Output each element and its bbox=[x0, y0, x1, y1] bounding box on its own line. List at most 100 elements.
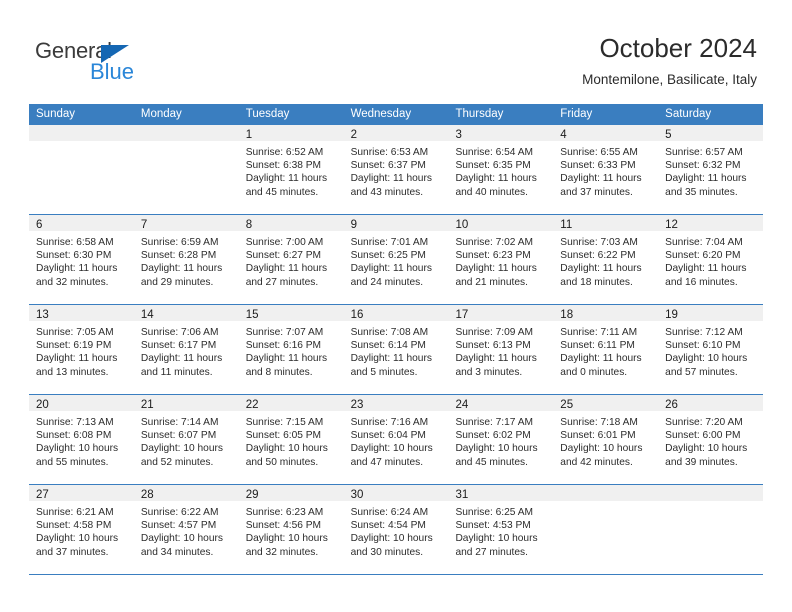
day-number-band: 13 bbox=[29, 305, 134, 321]
calendar-day-cell[interactable]: 15 Sunrise: 7:07 AM Sunset: 6:16 PM Dayligh… bbox=[238, 305, 344, 394]
calendar-day-cell[interactable]: 4 Sunrise: 6:55 AM Sunset: 6:33 PM Daylight… bbox=[553, 125, 659, 214]
page-header: General Blue October 2024 Montemilone, B… bbox=[0, 0, 792, 104]
day-detail-line: Sunset: 6:04 PM bbox=[350, 430, 426, 442]
calendar-day-cell[interactable]: 22 Sunrise: 7:15 AM Sunset: 6:05 PM Dayligh… bbox=[238, 395, 344, 484]
day-detail-line: and 35 minutes. bbox=[665, 186, 738, 198]
day-details: Sunrise: 7:06 AM Sunset: 6:17 PM Daylight:… bbox=[134, 321, 239, 379]
calendar-day-cell[interactable]: 14 Sunrise: 7:06 AM Sunset: 6:17 PM Dayligh… bbox=[133, 305, 239, 394]
calendar-day-cell[interactable]: 21 Sunrise: 7:14 AM Sunset: 6:07 PM Dayligh… bbox=[133, 395, 239, 484]
calendar-day-cell[interactable]: 31 Sunrise: 6:25 AM Sunset: 4:53 PM Dayligh… bbox=[448, 485, 554, 574]
day-number-band bbox=[133, 125, 239, 141]
day-detail-line: Sunrise: 7:00 AM bbox=[245, 237, 324, 248]
calendar-day-cell[interactable]: 6 Sunrise: 6:58 AM Sunset: 6:30 PM Daylight… bbox=[29, 215, 134, 304]
day-number: 31 bbox=[455, 489, 469, 501]
day-details: Sunrise: 7:01 AM Sunset: 6:25 PM Daylight:… bbox=[344, 231, 449, 289]
weekday-header-monday: Monday bbox=[140, 108, 182, 120]
calendar-day-cell[interactable]: 19 Sunrise: 7:12 AM Sunset: 6:10 PM Dayligh… bbox=[658, 305, 764, 394]
day-details: Sunrise: 7:20 AM Sunset: 6:00 PM Daylight:… bbox=[658, 411, 763, 469]
calendar-day-cell[interactable]: 20 Sunrise: 7:13 AM Sunset: 6:08 PM Dayligh… bbox=[29, 395, 134, 484]
calendar-day-cell[interactable]: 16 Sunrise: 7:08 AM Sunset: 6:14 PM Dayligh… bbox=[343, 305, 449, 394]
calendar-day-cell[interactable]: 29 Sunrise: 6:23 AM Sunset: 4:56 PM Dayligh… bbox=[238, 485, 344, 574]
day-detail-line: and 24 minutes. bbox=[350, 276, 424, 288]
calendar-day-cell[interactable]: 12 Sunrise: 7:04 AM Sunset: 6:20 PM Dayligh… bbox=[658, 215, 764, 304]
day-detail-line: Sunrise: 7:12 AM bbox=[665, 327, 743, 338]
general-blue-logo[interactable]: General Blue bbox=[35, 38, 165, 86]
day-number-band: 11 bbox=[553, 215, 659, 231]
calendar-day-cell[interactable]: 10 Sunrise: 7:02 AM Sunset: 6:23 PM Dayligh… bbox=[448, 215, 554, 304]
calendar-day-cell[interactable]: 7 Sunrise: 6:59 AM Sunset: 6:28 PM Daylight… bbox=[133, 215, 239, 304]
day-details: Sunrise: 6:58 AM Sunset: 6:30 PM Daylight:… bbox=[29, 231, 134, 289]
weekday-header-row: Sunday Monday Tuesday Wednesday Thursday Frid… bbox=[29, 104, 763, 125]
day-number-band: 18 bbox=[553, 305, 659, 321]
day-number: 9 bbox=[350, 219, 357, 231]
day-number: 18 bbox=[560, 309, 574, 321]
day-number-band: 7 bbox=[133, 215, 239, 231]
calendar-day-cell[interactable]: 17 Sunrise: 7:09 AM Sunset: 6:13 PM Dayligh… bbox=[448, 305, 554, 394]
day-detail-line: and 30 minutes. bbox=[350, 546, 424, 558]
calendar-day-cell[interactable]: 2 Sunrise: 6:53 AM Sunset: 6:37 PM Daylight… bbox=[343, 125, 449, 214]
day-detail-line: Daylight: 10 hours bbox=[245, 443, 328, 455]
calendar-day-cell[interactable]: 8 Sunrise: 7:00 AM Sunset: 6:27 PM Daylight… bbox=[238, 215, 344, 304]
day-detail-line: Daylight: 10 hours bbox=[560, 443, 643, 455]
day-details: Sunrise: 6:23 AM Sunset: 4:56 PM Daylight:… bbox=[239, 501, 344, 559]
calendar-day-cell[interactable]: 11 Sunrise: 7:03 AM Sunset: 6:22 PM Dayligh… bbox=[553, 215, 659, 304]
calendar-day-cell[interactable]: 24 Sunrise: 7:17 AM Sunset: 6:02 PM Dayligh… bbox=[448, 395, 554, 484]
day-detail-line: Sunrise: 7:02 AM bbox=[455, 237, 534, 248]
day-number: 8 bbox=[245, 219, 253, 231]
calendar-weeks: 1 Sunrise: 6:52 AM Sunset: 6:38 PM Daylight… bbox=[29, 125, 764, 575]
weekday-header-sunday: Sunday bbox=[36, 108, 76, 120]
day-detail-line: Sunrise: 6:21 AM bbox=[36, 507, 114, 518]
calendar-day-cell[interactable]: 28 Sunrise: 6:22 AM Sunset: 4:57 PM Dayligh… bbox=[133, 485, 239, 574]
day-number-band: 15 bbox=[238, 305, 344, 321]
day-number: 28 bbox=[140, 489, 154, 501]
day-details: Sunrise: 6:59 AM Sunset: 6:28 PM Daylight:… bbox=[134, 231, 239, 289]
calendar-day-cell[interactable]: 5 Sunrise: 6:57 AM Sunset: 6:32 PM Daylight… bbox=[658, 125, 764, 214]
calendar-day-cell[interactable]: 27 Sunrise: 6:21 AM Sunset: 4:58 PM Dayligh… bbox=[29, 485, 134, 574]
day-detail-line: Sunset: 6:10 PM bbox=[665, 340, 741, 352]
day-details: Sunrise: 6:52 AM Sunset: 6:38 PM Daylight:… bbox=[239, 141, 344, 199]
calendar-day-cell[interactable]: 13 Sunrise: 7:05 AM Sunset: 6:19 PM Dayligh… bbox=[29, 305, 134, 394]
day-number: 25 bbox=[560, 399, 574, 411]
day-detail-line: Daylight: 10 hours bbox=[140, 533, 223, 545]
calendar-day-cell[interactable]: 23 Sunrise: 7:16 AM Sunset: 6:04 PM Dayligh… bbox=[343, 395, 449, 484]
day-detail-line: Sunrise: 7:04 AM bbox=[665, 237, 743, 248]
day-detail-line: and 18 minutes. bbox=[560, 276, 633, 288]
day-detail-line: Sunrise: 7:13 AM bbox=[36, 417, 114, 428]
day-detail-line: Daylight: 10 hours bbox=[36, 443, 119, 455]
day-detail-line: and 21 minutes. bbox=[455, 276, 528, 288]
day-number-band: 19 bbox=[658, 305, 764, 321]
day-number-band: 28 bbox=[133, 485, 239, 501]
day-number: 13 bbox=[36, 309, 49, 321]
calendar-day-cell[interactable]: 30 Sunrise: 6:24 AM Sunset: 4:54 PM Dayligh… bbox=[343, 485, 449, 574]
day-details: Sunrise: 6:53 AM Sunset: 6:37 PM Daylight:… bbox=[344, 141, 449, 199]
day-detail-line: Daylight: 11 hours bbox=[245, 353, 328, 365]
calendar-day-cell[interactable]: 18 Sunrise: 7:11 AM Sunset: 6:11 PM Dayligh… bbox=[553, 305, 659, 394]
day-number: 26 bbox=[665, 399, 678, 411]
page-title: October 2024 bbox=[599, 33, 757, 63]
calendar-day-cell[interactable]: 3 Sunrise: 6:54 AM Sunset: 6:35 PM Daylight… bbox=[448, 125, 554, 214]
calendar-day-cell[interactable]: 9 Sunrise: 7:01 AM Sunset: 6:25 PM Daylight… bbox=[343, 215, 449, 304]
day-detail-line: Sunset: 6:05 PM bbox=[245, 430, 322, 442]
calendar-day-cell[interactable]: 1 Sunrise: 6:52 AM Sunset: 6:38 PM Daylight… bbox=[238, 125, 344, 214]
day-detail-line: Sunrise: 6:53 AM bbox=[350, 147, 429, 158]
day-detail-line: Daylight: 11 hours bbox=[560, 353, 642, 365]
day-details: Sunrise: 6:24 AM Sunset: 4:54 PM Daylight:… bbox=[344, 501, 449, 559]
day-number-band: 4 bbox=[553, 125, 659, 141]
day-detail-line: Daylight: 10 hours bbox=[350, 443, 433, 455]
calendar-day-cell[interactable]: 26 Sunrise: 7:20 AM Sunset: 6:00 PM Dayligh… bbox=[658, 395, 764, 484]
day-detail-line: Sunset: 6:35 PM bbox=[455, 160, 531, 172]
day-detail-line: Sunset: 6:27 PM bbox=[245, 250, 322, 262]
weekday-header-wednesday: Wednesday bbox=[350, 108, 412, 120]
calendar-day-cell-empty bbox=[553, 485, 659, 574]
day-detail-line: Sunrise: 7:06 AM bbox=[140, 327, 219, 338]
day-number: 7 bbox=[140, 219, 148, 231]
day-number-band bbox=[29, 125, 134, 141]
day-detail-line: Sunrise: 6:24 AM bbox=[350, 507, 429, 518]
day-detail-line: and 37 minutes. bbox=[560, 186, 633, 198]
day-detail-line: and 52 minutes. bbox=[140, 456, 214, 468]
calendar-day-cell[interactable]: 25 Sunrise: 7:18 AM Sunset: 6:01 PM Dayligh… bbox=[553, 395, 659, 484]
day-detail-line: and 50 minutes. bbox=[245, 456, 319, 468]
day-number-band: 8 bbox=[238, 215, 344, 231]
day-detail-line: Sunset: 6:25 PM bbox=[350, 250, 426, 262]
day-number: 2 bbox=[350, 129, 357, 141]
